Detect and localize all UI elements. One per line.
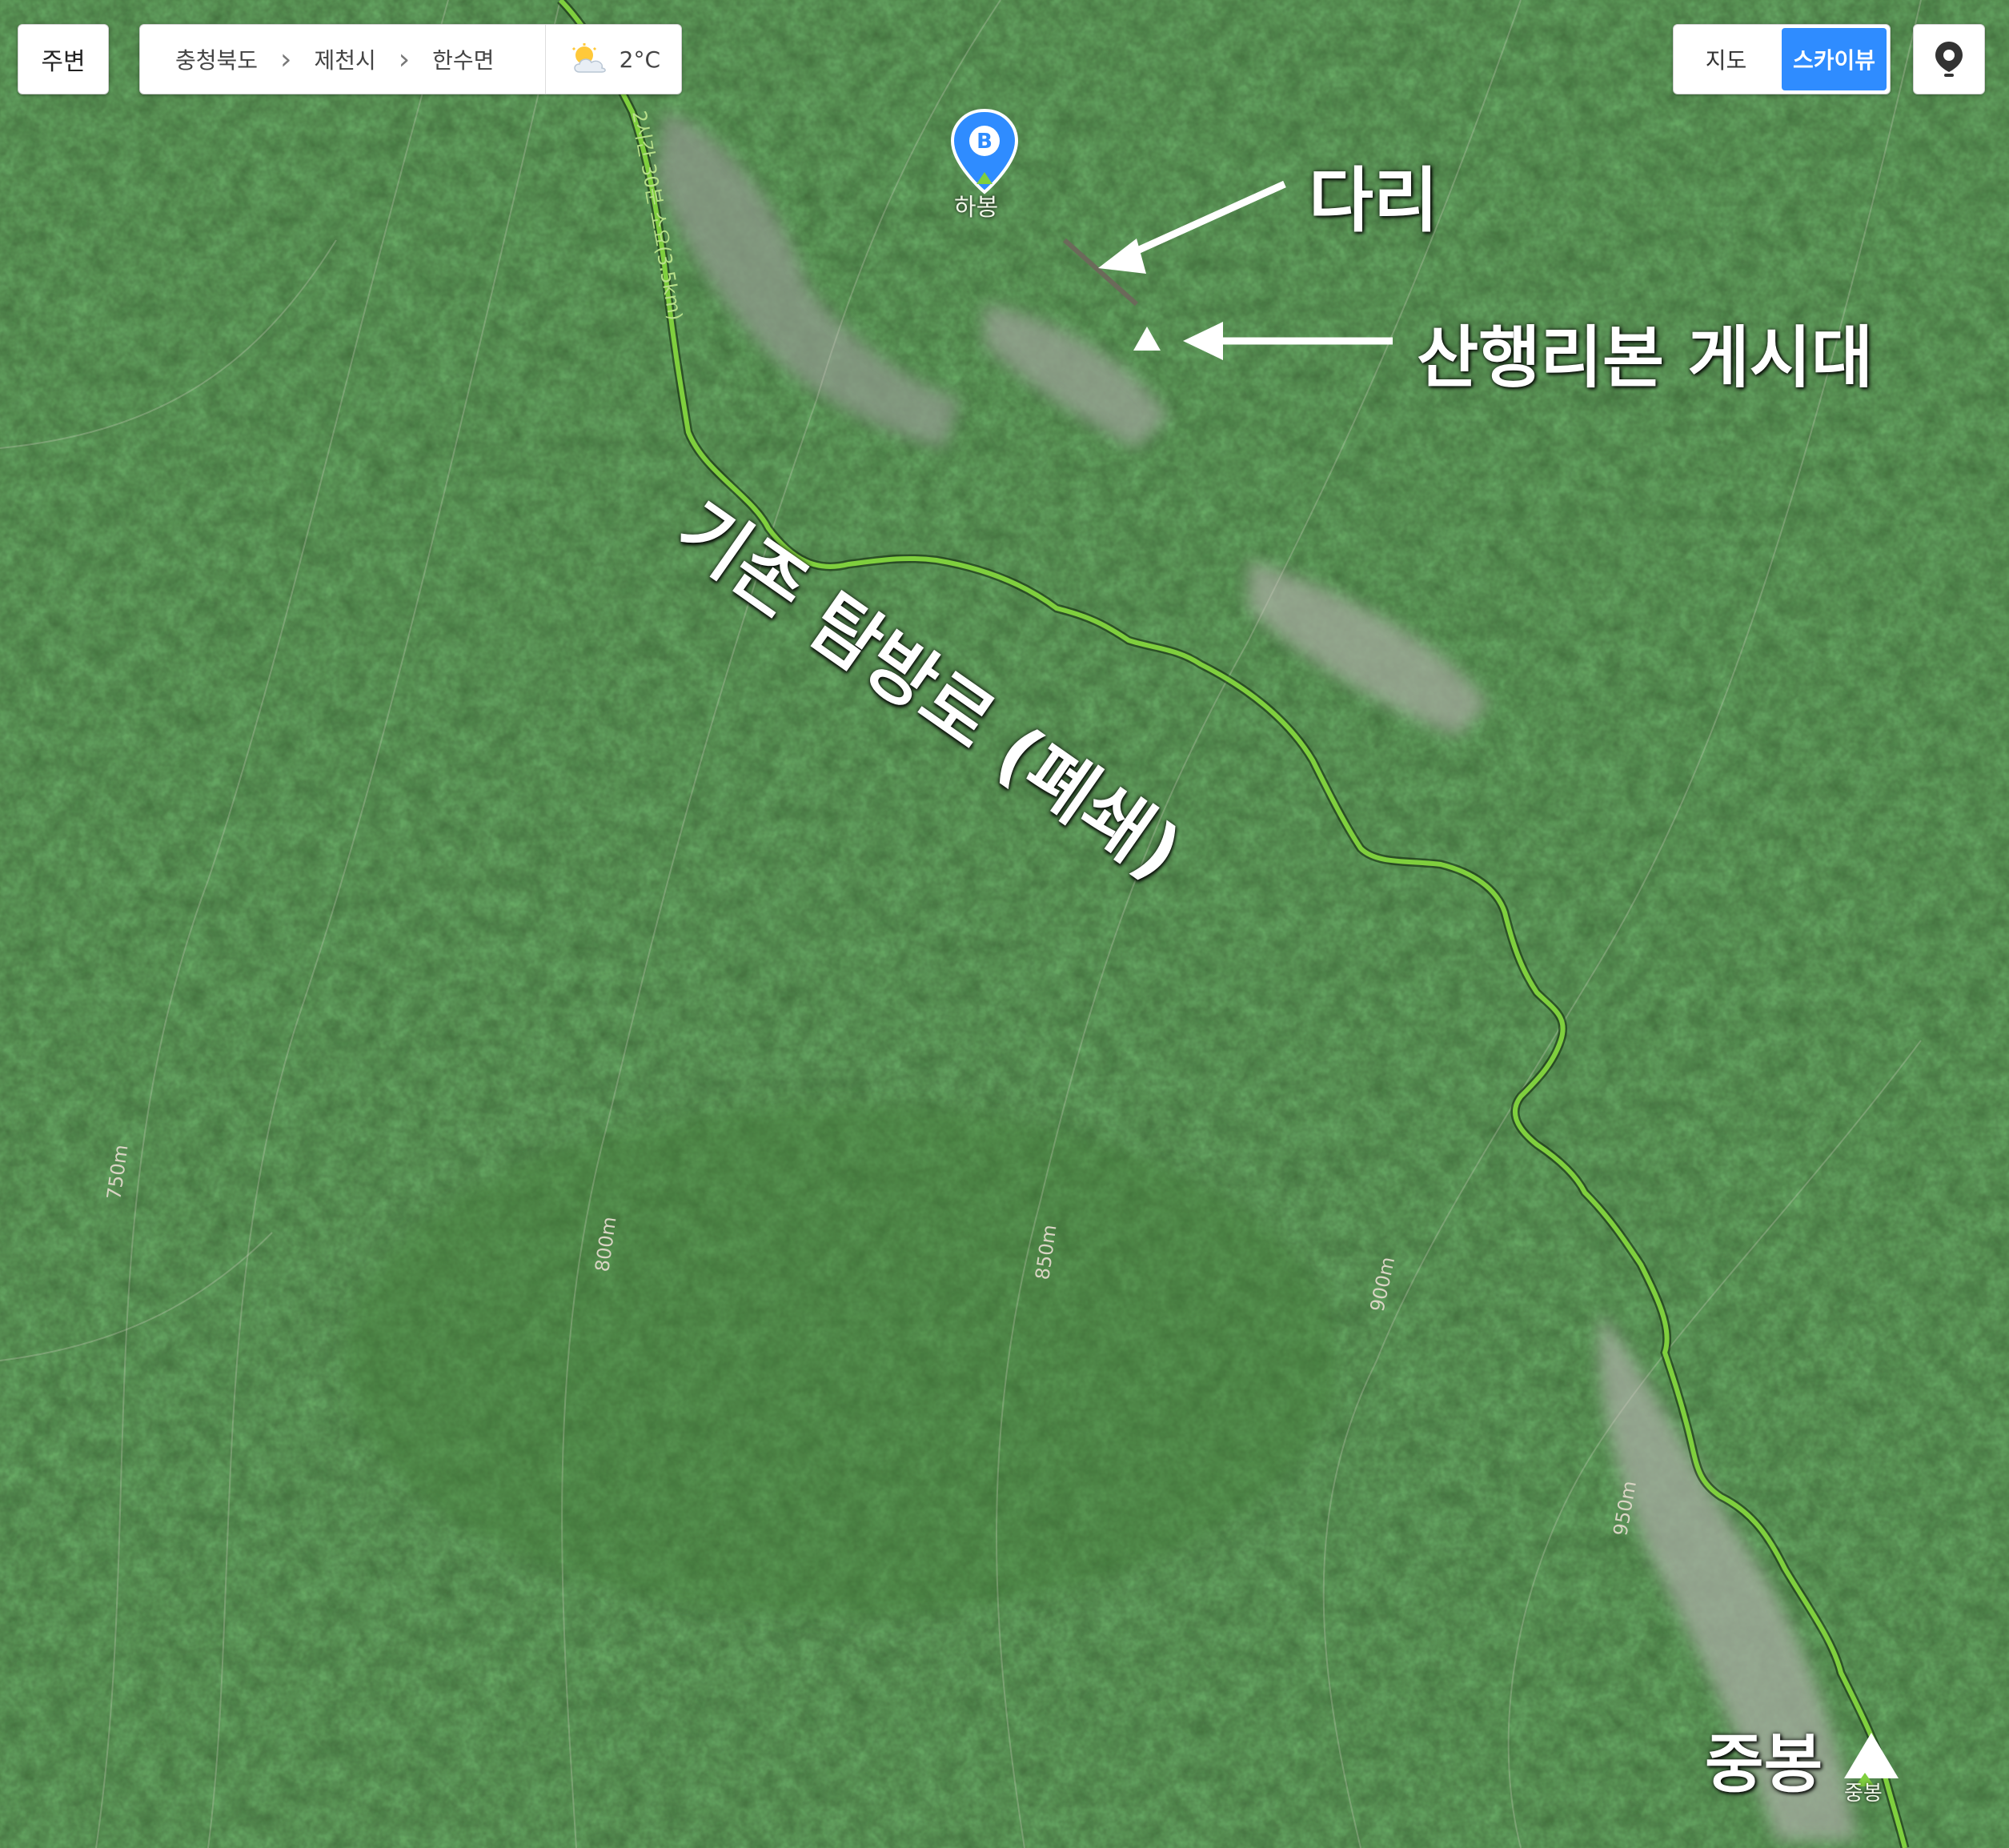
breadcrumb: 충청북도 › 제천시 › 한수면 2°C xyxy=(139,24,682,94)
marker-letter: B xyxy=(976,130,992,154)
weather-temperature: 2°C xyxy=(619,46,660,73)
annotation-jungbong: 중봉 xyxy=(1705,1727,1823,1802)
poi-label-jungbong[interactable]: 중봉 xyxy=(1844,1777,1883,1806)
breadcrumb-city[interactable]: 제천시 xyxy=(306,43,383,75)
weather-widget[interactable]: 2°C xyxy=(544,25,681,94)
poi-label-hbong[interactable]: 하봉 xyxy=(954,187,998,222)
my-location-button[interactable] xyxy=(1913,24,1985,94)
breadcrumb-province[interactable]: 충청북도 xyxy=(140,43,266,75)
nearby-label: 주변 xyxy=(41,48,86,76)
chevron-right-icon: › xyxy=(398,42,411,76)
map-mode-map[interactable]: 지도 xyxy=(1674,25,1778,94)
map-mode-skyview[interactable]: 스카이뷰 xyxy=(1782,28,1887,90)
lit-slope xyxy=(344,1104,1337,1617)
chevron-right-icon: › xyxy=(280,42,292,76)
annotation-ribbon-board: 산행리본 게시대 xyxy=(1417,319,1874,397)
breadcrumb-town[interactable]: 한수면 xyxy=(424,43,502,75)
nearby-button[interactable]: 주변 xyxy=(18,24,109,94)
partly-cloudy-icon xyxy=(571,43,606,73)
map-mode-toggle: 지도 스카이뷰 xyxy=(1673,24,1891,94)
annotation-bridge: 다리 xyxy=(1309,159,1438,242)
satellite-map[interactable]: 750m 800m 850m 900m 950m 2시간 30분 소요(3.5k… xyxy=(0,0,2009,1848)
location-pin-icon xyxy=(1935,42,1963,77)
